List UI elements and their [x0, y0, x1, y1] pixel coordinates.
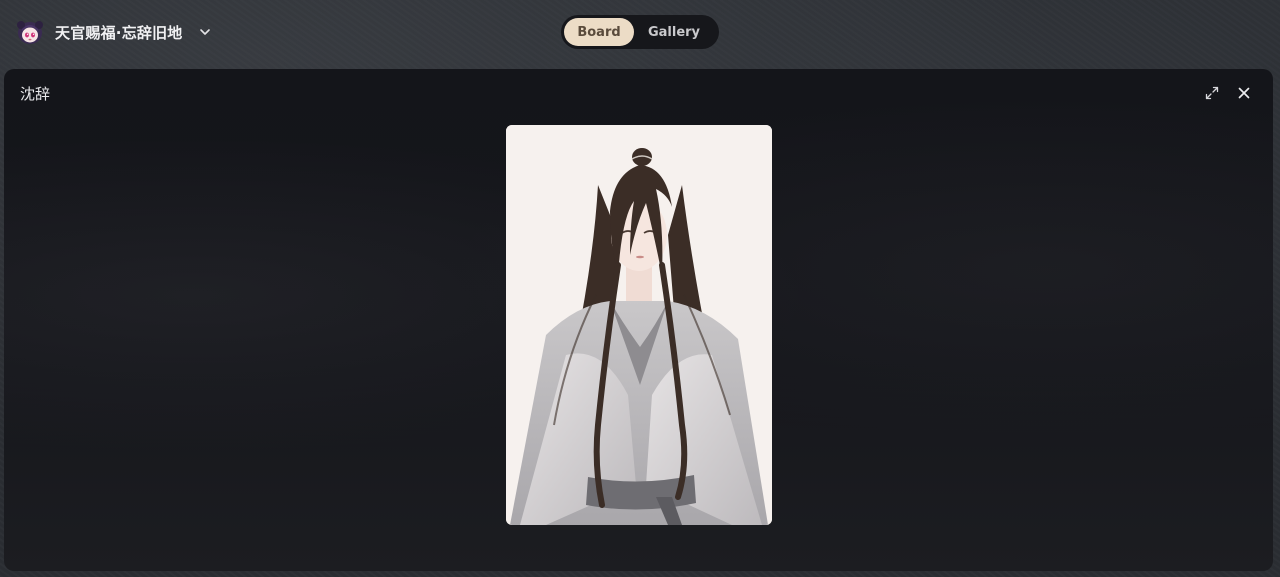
- character-portrait-image: [506, 125, 772, 525]
- expand-icon[interactable]: [1202, 83, 1222, 103]
- workspace-name: 天官赐福·忘辞旧地: [55, 23, 183, 42]
- workspace-switcher[interactable]: 天官赐福·忘辞旧地: [16, 18, 213, 46]
- close-icon[interactable]: [1234, 83, 1254, 103]
- chibi-character-avatar: [16, 18, 44, 46]
- image-preview-modal: 沈辞: [4, 69, 1273, 571]
- modal-title: 沈辞: [20, 85, 51, 103]
- tab-gallery[interactable]: Gallery: [634, 18, 714, 46]
- chevron-down-icon[interactable]: [197, 24, 213, 40]
- view-toggle: Board Gallery: [561, 15, 719, 49]
- top-bar: 天官赐福·忘辞旧地 Board Gallery: [0, 0, 1280, 62]
- tab-board[interactable]: Board: [564, 18, 634, 46]
